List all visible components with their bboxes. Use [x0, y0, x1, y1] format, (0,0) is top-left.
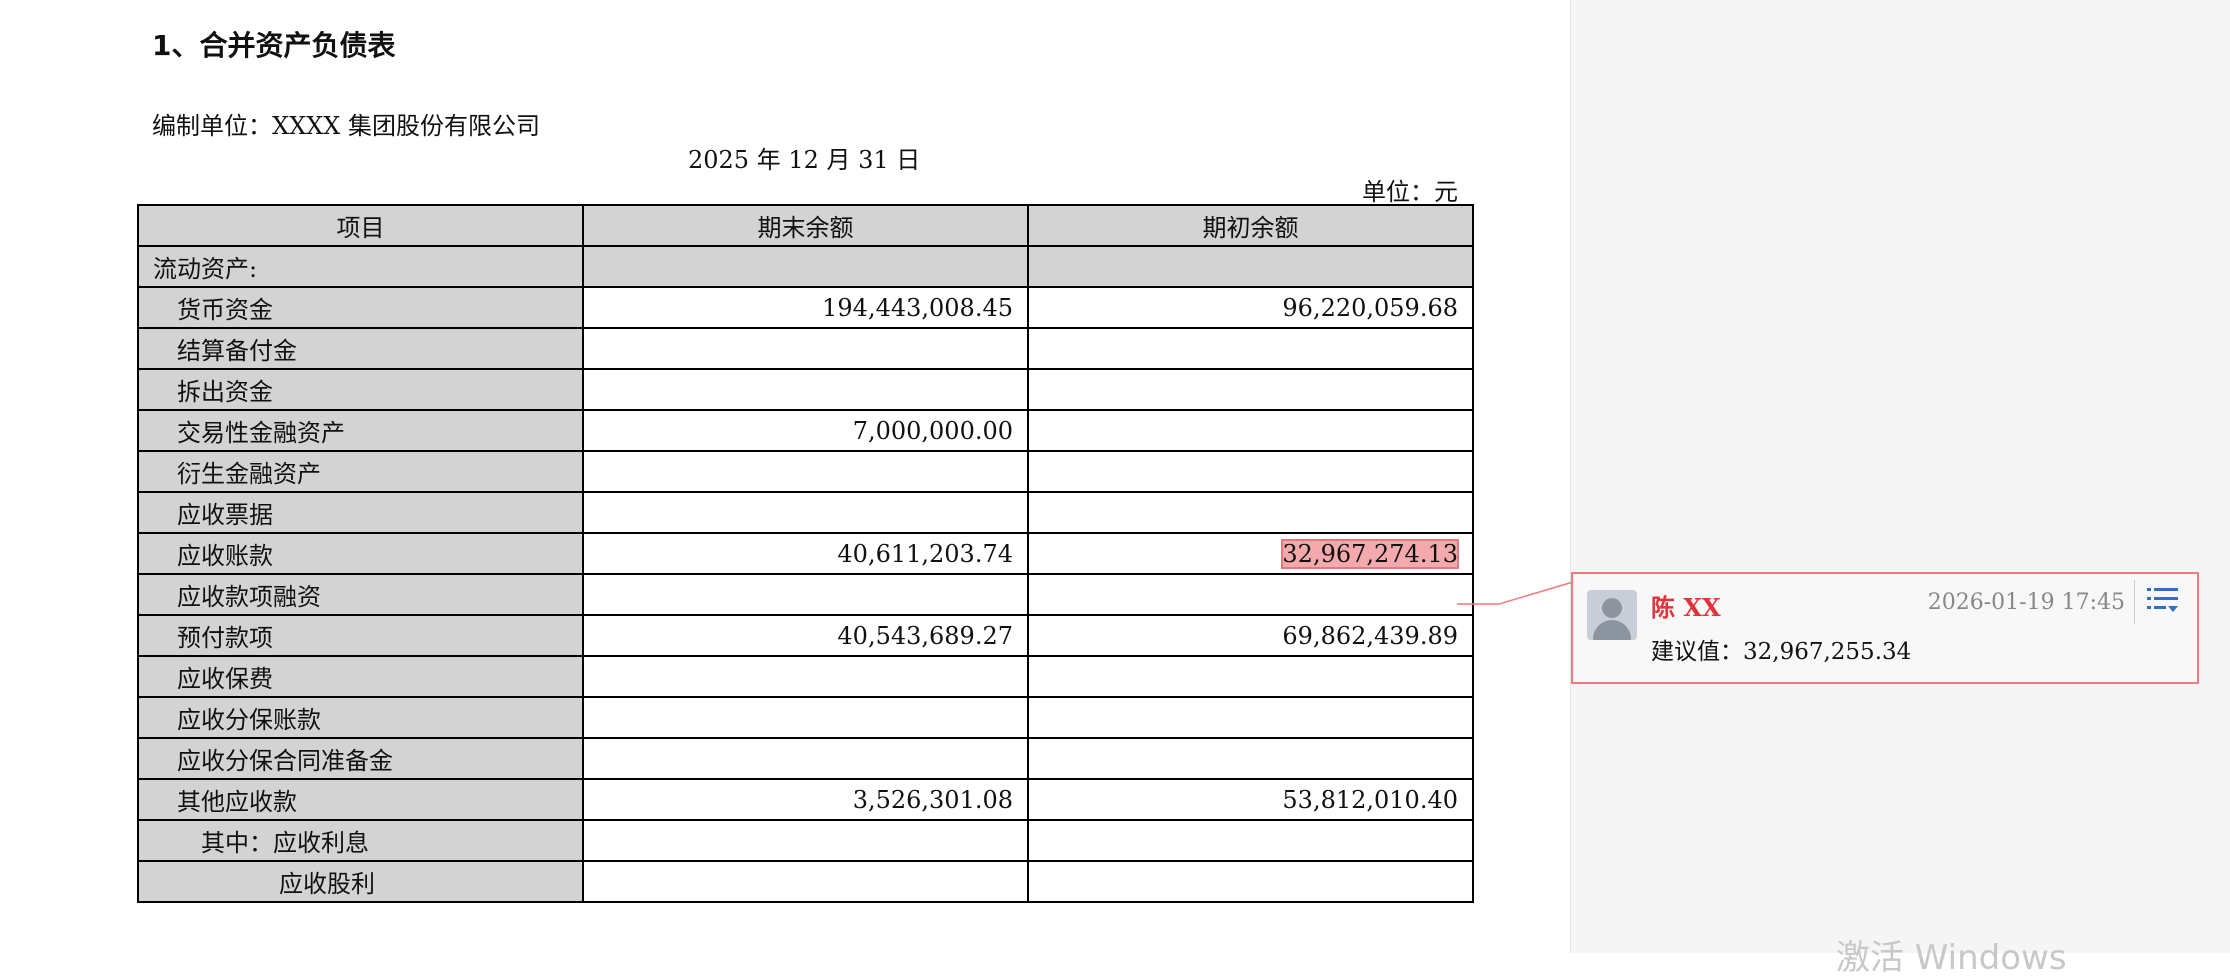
begin-balance-cell[interactable]: 69,862,439.89	[1027, 614, 1474, 657]
row-label: 应收分保账款	[137, 696, 584, 739]
begin-balance-cell[interactable]	[1027, 491, 1474, 534]
comment-card[interactable]: 陈 XX 2026-01-19 17:45 建议值：32,967,255.34	[1571, 572, 2199, 684]
begin-balance-cell[interactable]	[1027, 450, 1474, 493]
report-date: 2025 年 12 月 31 日	[688, 146, 921, 174]
comment-connector-line	[1457, 581, 1574, 605]
end-balance-cell[interactable]	[582, 696, 1029, 739]
comment-author: 陈 XX	[1651, 593, 1721, 622]
table-row: 应收款项融资	[137, 573, 1474, 616]
row-label: 应收账款	[137, 532, 584, 575]
comment-text: 建议值：32,967,255.34	[1651, 639, 1912, 665]
end-balance-cell[interactable]	[582, 860, 1029, 903]
begin-balance-cell-highlighted[interactable]: 32,967,274.13	[1027, 532, 1474, 575]
table-row: 其他应收款 3,526,301.08 53,812,010.40	[137, 778, 1474, 821]
table-row: 拆出资金	[137, 368, 1474, 411]
end-balance-cell[interactable]: 40,543,689.27	[582, 614, 1029, 657]
table-row: 应收股利	[137, 860, 1474, 903]
row-label: 其中：应收利息	[137, 819, 584, 862]
row-label: 货币资金	[137, 286, 584, 329]
row-label: 应收股利	[137, 860, 584, 903]
row-label: 其他应收款	[137, 778, 584, 821]
end-balance-cell[interactable]	[582, 819, 1029, 862]
begin-balance-cell[interactable]	[1027, 409, 1474, 452]
begin-balance-cell[interactable]	[1027, 655, 1474, 698]
end-balance-cell[interactable]	[582, 737, 1029, 780]
row-label: 应收保费	[137, 655, 584, 698]
begin-balance-cell[interactable]: 53,812,010.40	[1027, 778, 1474, 821]
begin-balance-cell[interactable]	[1027, 368, 1474, 411]
activation-watermark: 激活 Windows	[1836, 938, 2067, 978]
section-label: 流动资产:	[137, 245, 584, 288]
page-title: 1、合并资产负债表	[152, 29, 396, 62]
avatar	[1587, 590, 1637, 640]
table-row: 衍生金融资产	[137, 450, 1474, 493]
comment-menu-button[interactable]	[2134, 580, 2191, 624]
table-row: 应收分保账款	[137, 696, 1474, 739]
row-label: 应收票据	[137, 491, 584, 534]
table-row: 应收票据	[137, 491, 1474, 534]
end-balance-cell[interactable]	[582, 368, 1029, 411]
table-row: 应收分保合同准备金	[137, 737, 1474, 780]
row-label: 结算备付金	[137, 327, 584, 370]
begin-balance-cell[interactable]	[1027, 737, 1474, 780]
header-end-balance: 期末余额	[582, 204, 1029, 247]
end-balance-cell[interactable]	[582, 655, 1029, 698]
begin-balance-cell[interactable]	[1027, 573, 1474, 616]
end-balance-cell[interactable]	[582, 491, 1029, 534]
comment-timestamp: 2026-01-19 17:45	[1927, 590, 2125, 615]
row-label: 衍生金融资产	[137, 450, 584, 493]
row-label: 应收款项融资	[137, 573, 584, 616]
commented-value-highlight[interactable]: 32,967,274.13	[1281, 538, 1459, 569]
begin-balance-cell[interactable]	[1027, 327, 1474, 370]
company-line: 编制单位：XXXX 集团股份有限公司	[152, 112, 540, 140]
begin-balance-cell[interactable]	[1027, 696, 1474, 739]
document-page: 1、合并资产负债表 编制单位：XXXX 集团股份有限公司 2025 年 12 月…	[0, 0, 1570, 953]
unit-label: 单位：元	[1362, 178, 1458, 206]
header-begin-balance: 期初余额	[1027, 204, 1474, 247]
end-balance-cell[interactable]	[582, 450, 1029, 493]
balance-sheet-table: 项目 期末余额 期初余额 流动资产: 货币资金 194,443,008.45 9…	[137, 204, 1474, 903]
end-balance-cell[interactable]	[582, 327, 1029, 370]
row-label: 预付款项	[137, 614, 584, 657]
begin-balance-cell[interactable]	[1027, 860, 1474, 903]
table-row: 结算备付金	[137, 327, 1474, 370]
end-balance-cell[interactable]: 194,443,008.45	[582, 286, 1029, 329]
row-label: 交易性金融资产	[137, 409, 584, 452]
list-menu-icon	[2146, 585, 2180, 619]
end-balance-cell[interactable]: 7,000,000.00	[582, 409, 1029, 452]
section-row: 流动资产:	[137, 245, 1474, 288]
end-balance-cell[interactable]	[582, 573, 1029, 616]
begin-balance-cell[interactable]	[1027, 819, 1474, 862]
comment-sidebar	[1570, 0, 2230, 953]
table-row: 货币资金 194,443,008.45 96,220,059.68	[137, 286, 1474, 329]
header-item: 项目	[137, 204, 584, 247]
row-label: 拆出资金	[137, 368, 584, 411]
end-balance-cell[interactable]: 3,526,301.08	[582, 778, 1029, 821]
table-row: 预付款项 40,543,689.27 69,862,439.89	[137, 614, 1474, 657]
row-label: 应收分保合同准备金	[137, 737, 584, 780]
end-balance-cell[interactable]: 40,611,203.74	[582, 532, 1029, 575]
table-row: 应收保费	[137, 655, 1474, 698]
table-header-row: 项目 期末余额 期初余额	[137, 204, 1474, 247]
table-row: 其中：应收利息	[137, 819, 1474, 862]
table-row: 交易性金融资产 7,000,000.00	[137, 409, 1474, 452]
table-row: 应收账款 40,611,203.74 32,967,274.13	[137, 532, 1474, 575]
begin-balance-cell[interactable]: 96,220,059.68	[1027, 286, 1474, 329]
